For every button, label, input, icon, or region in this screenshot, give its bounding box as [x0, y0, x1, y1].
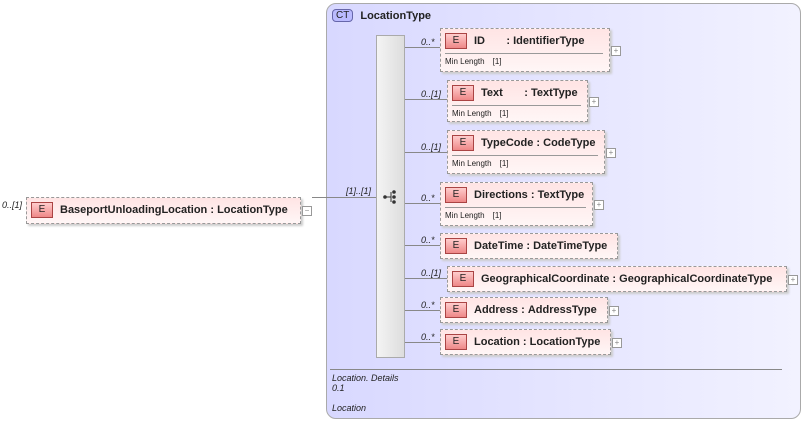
expand-icon[interactable]: + — [609, 306, 619, 316]
sequence-compositor[interactable] — [376, 35, 405, 358]
child-occurrence: 0..* — [421, 300, 435, 310]
element-badge: E — [445, 302, 467, 318]
facet-label: Min Length — [445, 211, 485, 220]
child-element-id[interactable]: E ID : IdentifierType Min Length [1] — [440, 28, 610, 72]
expand-icon[interactable]: + — [612, 338, 622, 348]
element-name: Directions — [474, 189, 528, 201]
element-name: Address — [474, 304, 519, 316]
connector-line — [405, 245, 440, 246]
element-type: CodeType — [543, 137, 596, 149]
element-badge: E — [445, 334, 467, 350]
child-occurrence: 0..* — [421, 193, 435, 203]
element-badge: E — [445, 33, 467, 49]
sequence-occurrence: [1]..[1] — [346, 186, 372, 196]
child-element-datetime[interactable]: E DateTime : DateTimeType — [440, 233, 618, 259]
connector-line — [405, 342, 440, 343]
connector-line — [405, 310, 440, 311]
element-type: DateTimeType — [533, 240, 608, 252]
child-element-location[interactable]: E Location : LocationType — [440, 329, 611, 355]
child-occurrence: 0..* — [421, 235, 435, 245]
element-name: Text — [481, 87, 503, 99]
element-name: GeographicalCoordinate — [481, 273, 610, 285]
element-type: IdentifierType — [513, 35, 585, 47]
element-type: TextType — [537, 189, 585, 201]
connector-line — [405, 47, 440, 48]
connector-line — [405, 152, 447, 153]
root-name: BaseportUnloadingLocation — [60, 204, 208, 216]
connector-line — [405, 278, 447, 279]
child-element-directions[interactable]: E Directions : TextType Min Length [1] — [440, 182, 593, 226]
facet-value: [1] — [492, 57, 502, 66]
connector-line — [405, 203, 440, 204]
facet-value: [1] — [499, 159, 509, 168]
element-badge: E — [445, 238, 467, 254]
child-occurrence: 0..[1] — [421, 268, 442, 278]
root-element[interactable]: E BaseportUnloadingLocation : LocationTyp… — [26, 197, 301, 224]
ct-badge: CT — [332, 9, 354, 22]
collapse-icon[interactable]: − — [302, 206, 312, 216]
element-name: TypeCode — [481, 137, 534, 149]
element-name: Location — [474, 336, 520, 348]
expand-icon[interactable]: + — [594, 200, 604, 210]
expand-icon[interactable]: + — [589, 97, 599, 107]
connector-line — [405, 99, 447, 100]
footer-line-1: Location. Details — [332, 373, 399, 383]
child-occurrence: 0..* — [421, 332, 435, 342]
sequence-icon — [383, 190, 396, 204]
child-occurrence: 0..* — [421, 37, 435, 47]
divider — [330, 369, 782, 370]
element-name: ID — [474, 35, 485, 47]
facet-value: [1] — [492, 211, 502, 220]
expand-icon[interactable]: + — [606, 148, 616, 158]
footer-line-3: Location — [332, 403, 367, 413]
element-badge: E — [452, 135, 474, 151]
child-occurrence: 0..[1] — [421, 142, 442, 152]
child-element-typecode[interactable]: E TypeCode : CodeType Min Length [1] — [447, 130, 605, 174]
element-badge: E — [452, 85, 474, 101]
facet-value: [1] — [499, 109, 509, 118]
element-type: AddressType — [527, 304, 597, 316]
facet-label: Min Length — [452, 109, 492, 118]
child-element-text[interactable]: E Text : TextType Min Length [1] — [447, 80, 588, 122]
root-type: LocationType — [217, 204, 288, 216]
child-element-address[interactable]: E Address : AddressType — [440, 297, 608, 323]
element-name: DateTime — [474, 240, 524, 252]
element-badge: E — [452, 271, 474, 287]
element-type: TextType — [530, 87, 578, 99]
footer-line-2: 0.1 — [332, 383, 345, 393]
root-occurrence: 0..[1] — [2, 200, 23, 210]
facet-label: Min Length — [452, 159, 492, 168]
facet-label: Min Length — [445, 57, 485, 66]
element-type: LocationType — [529, 336, 601, 348]
element-type: GeographicalCoordinateType — [619, 273, 773, 285]
complex-type-name: LocationType — [360, 9, 432, 22]
expand-icon[interactable]: + — [788, 275, 798, 285]
expand-icon[interactable]: + — [611, 46, 621, 56]
connector-line — [312, 197, 376, 198]
element-badge: E — [31, 202, 53, 218]
child-occurrence: 0..[1] — [421, 89, 442, 99]
element-badge: E — [445, 187, 467, 203]
child-element-geographicalcoordinate[interactable]: E GeographicalCoordinate : GeographicalCo… — [447, 266, 787, 292]
